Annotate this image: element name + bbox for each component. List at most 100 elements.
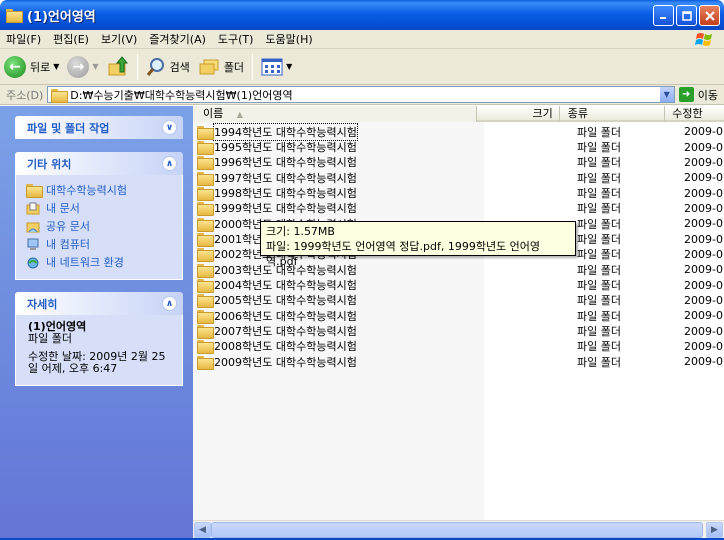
- file-type: 파일 폴더: [577, 217, 621, 231]
- table-row[interactable]: 1996학년도 대학수학능력시험 파일 폴더 2009-0: [193, 155, 724, 171]
- folder-icon: [197, 279, 214, 294]
- scroll-left-button[interactable]: ◀: [194, 522, 211, 538]
- column-header-name[interactable]: 이름 ▲: [193, 106, 477, 122]
- table-row[interactable]: 1994학년도 대학수학능력시험 파일 폴더 2009-0: [193, 122, 724, 141]
- file-name: 2009학년도 대학수학능력시험: [214, 355, 357, 369]
- folder-icon: [197, 309, 214, 324]
- file-type: 파일 폴더: [577, 340, 621, 354]
- table-row[interactable]: 2005학년도 대학수학능력시험 파일 폴더 2009-0: [193, 293, 724, 309]
- link-my-network[interactable]: 내 네트워크 환경: [26, 253, 172, 271]
- link-suneung-folder[interactable]: 대학수학능력시험: [26, 181, 172, 199]
- forward-arrow-icon: →: [67, 55, 90, 78]
- file-date: 2009-0: [684, 217, 723, 231]
- address-dropdown-button[interactable]: ▼: [658, 87, 674, 102]
- up-folder-button[interactable]: [103, 52, 133, 82]
- link-label: 대학수학능력시험: [46, 184, 127, 197]
- forward-button[interactable]: → ▼: [63, 52, 102, 82]
- menu-view[interactable]: 보기(V): [95, 31, 143, 47]
- file-type: 파일 폴더: [577, 279, 621, 293]
- table-row[interactable]: 1995학년도 대학수학능력시험 파일 폴더 2009-0: [193, 139, 724, 156]
- collapse-chevron-icon[interactable]: ∧: [162, 296, 177, 311]
- scroll-thumb[interactable]: [211, 522, 703, 538]
- table-row[interactable]: 2006학년도 대학수학능력시험 파일 폴더 2009-0: [193, 308, 724, 324]
- chevron-down-icon[interactable]: ▼: [286, 62, 292, 71]
- file-date: 2009-0: [684, 309, 723, 323]
- column-header-date[interactable]: 수정한: [665, 106, 724, 122]
- menu-help[interactable]: 도움말(H): [259, 31, 318, 47]
- file-date: 2009-0: [684, 201, 723, 215]
- details-type: 파일 폴더: [28, 332, 72, 345]
- column-header-type[interactable]: 종류: [560, 106, 666, 122]
- back-arrow-icon: ←: [4, 55, 26, 78]
- file-date: 2009-0: [684, 324, 723, 338]
- toolbar-separator: [252, 53, 254, 80]
- address-path: D:₩수능기출₩대학수학능력시험₩(1)언어영역: [70, 88, 293, 102]
- file-name: 1995학년도 대학수학능력시험: [214, 141, 357, 155]
- menu-file[interactable]: 파일(F): [0, 31, 47, 47]
- file-name: 2006학년도 대학수학능력시험: [214, 309, 357, 323]
- column-header-label: 이름: [203, 107, 224, 120]
- scroll-right-button[interactable]: ▶: [706, 522, 723, 538]
- panel-title: 파일 및 폴더 작업: [27, 121, 110, 135]
- table-row[interactable]: 1998학년도 대학수학능력시험 파일 폴더 2009-0: [193, 185, 724, 202]
- file-date: 2009-0: [684, 232, 723, 246]
- folders-button[interactable]: 폴더: [194, 52, 248, 82]
- details-date-line2: 일 어제, 오후 6:47: [28, 362, 118, 375]
- column-header-size[interactable]: 크기: [477, 106, 560, 122]
- folder-icon: [51, 88, 69, 103]
- folder-icon: [26, 183, 43, 198]
- chevron-down-icon[interactable]: ▼: [92, 62, 98, 71]
- folder-icon: [197, 217, 214, 232]
- back-button[interactable]: ← 뒤로 ▼: [0, 52, 63, 82]
- go-button[interactable]: ➜ 이동: [675, 87, 724, 103]
- file-type: 파일 폴더: [577, 171, 621, 185]
- table-row[interactable]: 1999학년도 대학수학능력시험 파일 폴더 2009-0: [193, 201, 724, 217]
- views-button[interactable]: ▼: [257, 52, 296, 82]
- address-label: 주소(D): [6, 88, 44, 102]
- folder-icon: [197, 187, 214, 202]
- collapse-chevron-icon[interactable]: ∧: [162, 156, 177, 171]
- window-controls: [653, 5, 720, 26]
- table-row[interactable]: 1997학년도 대학수학능력시험 파일 폴더 2009-0: [193, 170, 724, 186]
- link-shared-documents[interactable]: 공유 문서: [26, 217, 172, 235]
- table-row[interactable]: 2004학년도 대학수학능력시험 파일 폴더 2009-0: [193, 277, 724, 294]
- table-row[interactable]: 2007학년도 대학수학능력시험 파일 폴더 2009-0: [193, 323, 724, 340]
- other-places-header[interactable]: 기타 위치 ∧: [15, 152, 183, 175]
- file-type: 파일 폴더: [577, 125, 621, 139]
- go-label: 이동: [697, 88, 718, 102]
- file-date: 2009-0: [684, 171, 723, 185]
- folder-icon: [197, 355, 214, 370]
- search-icon: [146, 57, 164, 76]
- address-input[interactable]: D:₩수능기출₩대학수학능력시험₩(1)언어영역 ▼: [47, 86, 675, 103]
- file-type: 파일 폴더: [577, 233, 621, 247]
- maximize-button[interactable]: [676, 5, 697, 26]
- link-my-computer[interactable]: 내 컴퓨터: [26, 235, 172, 253]
- other-places-body: 대학수학능력시험 내 문서 공유 문서 내 컴퓨터 내 네트워크 환경: [15, 175, 183, 280]
- expand-chevron-icon[interactable]: ∨: [162, 120, 177, 135]
- file-folder-tasks-panel: 파일 및 폴더 작업 ∨: [15, 116, 183, 139]
- minimize-icon: [660, 17, 666, 19]
- table-row[interactable]: 2008학년도 대학수학능력시험 파일 폴더 2009-0: [193, 339, 724, 355]
- link-label: 내 네트워크 환경: [46, 256, 124, 269]
- details-header[interactable]: 자세히 ∧: [15, 292, 183, 315]
- file-list-view[interactable]: 이름 ▲ 크기 종류 수정한 1994학년도 대학수학능력시험 파일 폴더 2009…: [193, 106, 724, 540]
- column-headers: 이름 ▲ 크기 종류 수정한: [193, 106, 724, 122]
- my-computer-icon: [27, 238, 39, 250]
- file-folder-tasks-header[interactable]: 파일 및 폴더 작업 ∨: [15, 116, 183, 139]
- link-label: 공유 문서: [46, 220, 90, 233]
- menu-favorites[interactable]: 즐겨찾기(A): [143, 31, 212, 47]
- link-my-documents[interactable]: 내 문서: [26, 199, 172, 217]
- file-type: 파일 폴더: [577, 202, 621, 216]
- folder-icon: [197, 156, 214, 171]
- file-type: 파일 폴더: [577, 248, 621, 262]
- chevron-down-icon[interactable]: ▼: [53, 62, 59, 71]
- close-button[interactable]: [699, 5, 720, 26]
- table-row[interactable]: 2009학년도 대학수학능력시험 파일 폴더 2009-0: [193, 354, 724, 370]
- menu-tools[interactable]: 도구(T): [212, 31, 260, 47]
- search-button[interactable]: 검색: [142, 52, 194, 82]
- title-bar[interactable]: (1)언어영역: [0, 0, 724, 30]
- horizontal-scrollbar[interactable]: ◀ ▶: [193, 520, 724, 538]
- minimize-button[interactable]: [653, 5, 674, 26]
- folder-icon: [197, 248, 214, 263]
- menu-edit[interactable]: 편집(E): [47, 31, 95, 47]
